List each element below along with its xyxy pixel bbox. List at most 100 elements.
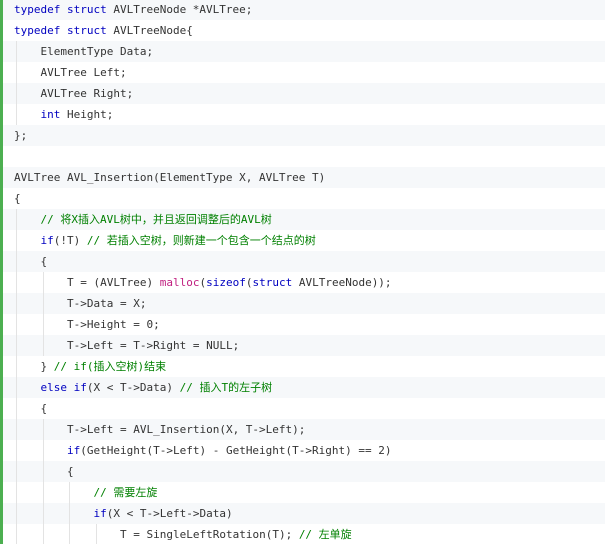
code-text: (!T) [53, 234, 87, 247]
code-keyword: typedef struct [14, 3, 107, 16]
code-line: { [3, 398, 605, 419]
indent-guide [42, 440, 44, 461]
code-text: T->Height = 0; [67, 318, 160, 331]
indent-guide [69, 524, 70, 544]
code-line: AVLTree Left; [3, 62, 605, 83]
code-text: }; [14, 129, 28, 142]
code-line: // 需要左旋 [3, 482, 605, 503]
code-line: if(X < T->Left->Data) [3, 503, 605, 524]
code-line: T->Left = AVL_Insertion(X, T->Left); [3, 419, 605, 440]
code-text: (X < T->Data) [86, 381, 180, 394]
indent-guide [16, 335, 17, 356]
code-line: }; [3, 125, 605, 146]
code-keyword: struct [252, 276, 293, 289]
code-text: Height; [60, 108, 114, 121]
code-line: T->Left = T->Right = NULL; [3, 335, 605, 356]
indent-guide [16, 104, 17, 125]
code-text: T = (AVLTree) [67, 276, 160, 289]
code-comment: // 若插入空树，则新建一个包含一个结点的树 [86, 234, 316, 247]
indent-guide [16, 524, 17, 544]
indent-guide [16, 482, 17, 503]
code-line: if(GetHeight(T->Left) - GetHeight(T->Rig… [3, 440, 605, 461]
code-text: AVLTree Right; [40, 87, 134, 100]
indent-guide [42, 482, 44, 503]
code-line: { [3, 251, 605, 272]
indent-guide [16, 503, 17, 524]
code-text: AVLTree Left; [40, 66, 127, 79]
code-line: T->Data = X; [3, 293, 605, 314]
code-line [3, 146, 605, 167]
indent-guide [16, 230, 17, 251]
indent-guide [69, 503, 70, 524]
indent-guide [16, 293, 17, 314]
code-text: (GetHeight(T->Left) - GetHeight(T->Right… [80, 444, 392, 457]
indent-guide [16, 251, 17, 272]
code-comment: // 将X插入AVL树中，并且返回调整后的AVL树 [40, 213, 272, 226]
code-line: T->Height = 0; [3, 314, 605, 335]
code-line: } // if(插入空树)结束 [3, 356, 605, 377]
code-keyword: typedef struct [14, 24, 107, 37]
code-line: T = (AVLTree) malloc(sizeof(struct AVLTr… [3, 272, 605, 293]
code-keyword: sizeof [206, 276, 246, 289]
code-comment: // 需要左旋 [93, 486, 158, 499]
code-line: typedef struct AVLTreeNode{ [3, 20, 605, 41]
code-text: T->Left = AVL_Insertion(X, T->Left); [67, 423, 306, 436]
indent-guide [16, 356, 17, 377]
indent-guide [42, 419, 44, 440]
code-keyword: if [40, 234, 54, 247]
code-text: AVLTreeNode{ [106, 24, 193, 37]
code-line: { [3, 188, 605, 209]
code-line: ElementType Data; [3, 41, 605, 62]
code-line: // 将X插入AVL树中，并且返回调整后的AVL树 [3, 209, 605, 230]
code-line: AVLTree Right; [3, 83, 605, 104]
code-text: T->Left = T->Right = NULL; [67, 339, 240, 352]
code-comment: // 插入T的左子树 [179, 381, 273, 394]
code-comment: // if(插入空树)结束 [53, 360, 167, 373]
code-function-name: malloc [159, 276, 200, 289]
code-text: { [40, 402, 48, 415]
code-line: T = SingleLeftRotation(T); // 左单旋 [3, 524, 605, 544]
code-line: if(!T) // 若插入空树，则新建一个包含一个结点的树 [3, 230, 605, 251]
code-line: typedef struct AVLTreeNode *AVLTree; [3, 0, 605, 20]
indent-guide [42, 314, 44, 335]
indent-guide [69, 482, 70, 503]
code-text: { [14, 192, 21, 205]
code-text: T = SingleLeftRotation(T); [120, 528, 299, 541]
code-text: T->Data = X; [67, 297, 147, 310]
indent-guide [42, 461, 44, 482]
code-text: { [40, 255, 48, 268]
code-line: int Height; [3, 104, 605, 125]
indent-guide [42, 524, 44, 544]
code-text: { [67, 465, 74, 478]
code-keyword: else if [40, 381, 87, 394]
indent-guide [16, 419, 17, 440]
code-text: AVLTree AVL_Insertion(ElementType X, AVL… [14, 171, 326, 184]
indent-guide [16, 314, 17, 335]
code-text: } [40, 360, 54, 373]
indent-guide [16, 62, 17, 83]
code-line: AVLTree AVL_Insertion(ElementType X, AVL… [3, 167, 605, 188]
code-line: else if(X < T->Data) // 插入T的左子树 [3, 377, 605, 398]
indent-guide [16, 398, 17, 419]
indent-guide [16, 272, 17, 293]
indent-guide [42, 272, 44, 293]
indent-guide [42, 503, 44, 524]
indent-guide [42, 293, 44, 314]
indent-guide [16, 377, 17, 398]
code-text: (X < T->Left->Data) [106, 507, 233, 520]
code-text: AVLTreeNode)); [292, 276, 392, 289]
code-keyword: if [67, 444, 81, 457]
indent-guide [16, 440, 17, 461]
code-block: typedef struct AVLTreeNode *AVLTree; type… [3, 0, 605, 544]
indent-guide [16, 83, 17, 104]
indent-guide [16, 461, 17, 482]
indent-guide [95, 524, 97, 544]
code-text: AVLTreeNode *AVLTree; [106, 3, 253, 16]
indent-guide [16, 41, 17, 62]
code-keyword: int [40, 108, 61, 121]
code-comment: // 左单旋 [298, 528, 352, 541]
indent-guide [42, 335, 44, 356]
indent-guide [16, 209, 17, 230]
code-block-panel: typedef struct AVLTreeNode *AVLTree; type… [0, 0, 605, 544]
code-text: ElementType Data; [40, 45, 154, 58]
